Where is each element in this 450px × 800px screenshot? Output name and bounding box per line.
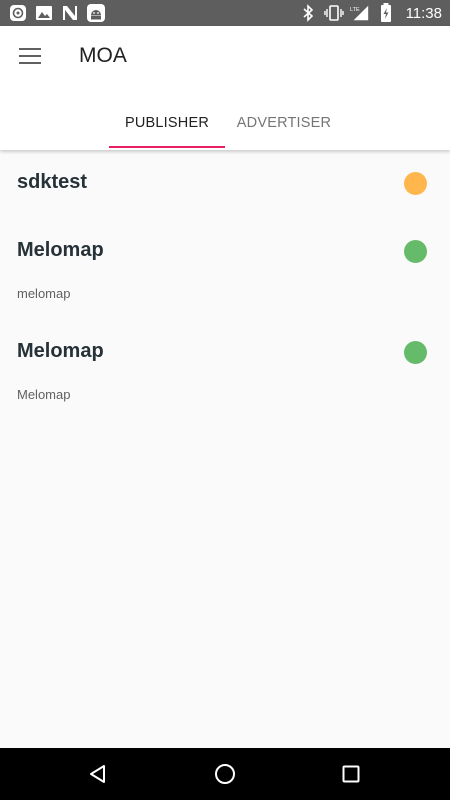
list-item-subtitle: melomap <box>17 286 71 301</box>
list-item-title: Melomap <box>17 340 104 362</box>
list-item[interactable]: Melomap Melomap <box>0 319 450 411</box>
bluetooth-icon <box>298 3 318 23</box>
n-icon <box>60 3 80 23</box>
list-item-title: sdktest <box>17 171 88 193</box>
list-item[interactable]: Melomap melomap <box>0 218 450 310</box>
clock: 11:38 <box>405 4 442 22</box>
tab-bar: PUBLISHER ADVERTISER <box>0 96 450 150</box>
android-debug-icon <box>86 3 106 23</box>
tab-publisher[interactable]: PUBLISHER <box>109 96 225 150</box>
status-dot-active <box>404 341 427 364</box>
list-item-subtitle: Melomap <box>17 387 71 402</box>
status-right-icons: LTE 11:38 <box>298 3 442 23</box>
recents-square-icon[interactable] <box>335 758 367 790</box>
tab-advertiser[interactable]: ADVERTISER <box>226 96 342 150</box>
app-bar: MOA PUBLISHER ADVERTISER <box>0 26 450 150</box>
status-left-icons <box>8 3 106 23</box>
svg-text:LTE: LTE <box>350 7 360 13</box>
battery-charging-icon <box>376 3 396 23</box>
status-dot-active <box>404 240 427 263</box>
hamburger-menu-icon[interactable] <box>12 38 48 74</box>
image-icon <box>34 3 54 23</box>
vibrate-icon <box>323 3 344 23</box>
signal-lte-icon: LTE <box>350 3 370 23</box>
app-title: MOA <box>79 44 127 67</box>
status-bar: LTE 11:38 <box>0 0 450 26</box>
status-dot-pending <box>404 172 427 195</box>
list-item[interactable]: sdktest <box>0 150 450 210</box>
tab-indicator <box>109 146 225 148</box>
list-item-title: Melomap <box>17 239 104 261</box>
home-circle-icon[interactable] <box>209 758 241 790</box>
back-triangle-icon[interactable] <box>82 758 114 790</box>
notification-app-icon <box>8 3 28 23</box>
navigation-bar <box>0 748 450 800</box>
